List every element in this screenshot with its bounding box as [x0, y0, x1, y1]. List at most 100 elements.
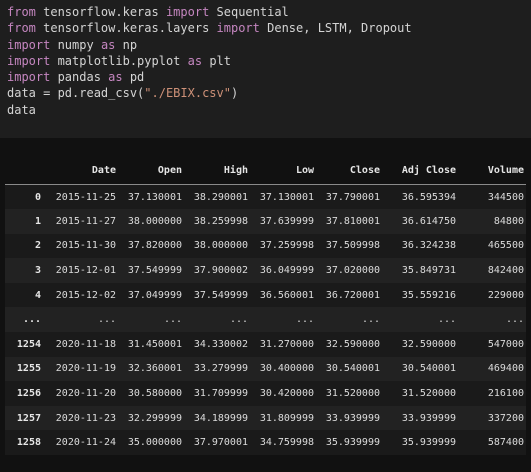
- table-cell: 37.020000: [325, 265, 380, 277]
- table-cell: 2020-11-24: [55, 437, 116, 449]
- code-keyword: as: [100, 37, 116, 52]
- row-index: 1257: [16, 412, 41, 424]
- table-cell: 842400: [487, 265, 524, 277]
- table-cell: 30.580000: [127, 388, 182, 400]
- row-index: 1254: [16, 338, 41, 350]
- code-text: np: [115, 37, 138, 52]
- table-cell: 2015-11-30: [55, 240, 116, 252]
- table-cell: 37.259998: [259, 240, 314, 252]
- table-cell: 37.790001: [325, 191, 380, 203]
- row-index: 0: [34, 191, 41, 203]
- table-cell: 34.759998: [259, 437, 314, 449]
- table-cell: 36.560001: [259, 289, 314, 301]
- table-cell: 84800: [493, 215, 524, 227]
- table-cell: 2015-12-01: [55, 265, 116, 277]
- table-cell: 34.189999: [193, 412, 248, 424]
- dataframe-table: Date Open High Low Close Adj Close Volume 0 201…: [5, 156, 526, 456]
- table-cell: 38.000000: [193, 240, 248, 252]
- code-line: from tensorflow.keras.layers import Dens…: [7, 20, 531, 36]
- table-row: 4 2015-12-02 37.049999 37.549999 36.560001 36…: [5, 282, 526, 308]
- code-line: import pandas as pd: [7, 69, 531, 85]
- table-cell: 587400: [487, 437, 524, 449]
- table-cell: 37.900002: [193, 265, 248, 277]
- table-cell: 469400: [487, 363, 524, 375]
- code-keyword: as: [108, 70, 123, 85]
- row-index: 1: [34, 215, 41, 227]
- code-text: pd: [122, 70, 145, 85]
- code-text: pandas: [50, 70, 109, 85]
- table-cell: 2020-11-20: [55, 388, 116, 400]
- table-cell: 38.000000: [127, 215, 182, 227]
- table-cell: 37.549999: [193, 289, 248, 301]
- table-cell: 36.049999: [259, 265, 314, 277]
- table-body: 0 2015-11-25 37.130001 38.290001 37.130001 37…: [5, 184, 526, 456]
- table-cell: 35.939999: [401, 437, 456, 449]
- table-row: 3 2015-12-01 37.549999 37.900002 36.049999 37…: [5, 258, 526, 283]
- row-index: 3: [34, 265, 41, 277]
- table-cell: 35.849731: [401, 265, 456, 277]
- table-cell: ...: [505, 314, 524, 326]
- code-line: from tensorflow.keras import Sequential: [7, 4, 531, 20]
- table-row: 1254 2020-11-18 31.450001 34.330002 31.27000…: [5, 332, 526, 357]
- table-cell: 31.709999: [193, 388, 248, 400]
- table-cell: ...: [163, 314, 182, 326]
- table-cell: 37.049999: [127, 289, 182, 301]
- column-header: Adj Close: [382, 156, 458, 185]
- table-cell: 32.590000: [325, 338, 380, 350]
- table-cell: 2015-12-02: [55, 289, 116, 301]
- code-line: import numpy as np: [7, 37, 531, 53]
- table-cell: 37.639999: [259, 215, 314, 227]
- code-keyword: import: [216, 21, 260, 36]
- code-keyword: from: [7, 5, 36, 19]
- table-cell: 37.509998: [325, 240, 380, 252]
- table-cell: 2020-11-19: [55, 363, 116, 375]
- table-row: 1256 2020-11-20 30.580000 31.709999 30.42000…: [5, 381, 526, 406]
- table-cell: 38.290001: [193, 191, 248, 203]
- table-cell: 35.559216: [401, 289, 456, 301]
- row-index: ...: [22, 314, 41, 326]
- table-cell: 34.330002: [193, 338, 248, 350]
- table-row: 0 2015-11-25 37.130001 38.290001 37.130001 37…: [5, 184, 526, 210]
- table-row: 1255 2020-11-19 32.360001 33.279999 30.40000…: [5, 356, 526, 382]
- table-cell: 33.939999: [325, 412, 380, 424]
- code-text: numpy: [50, 37, 101, 52]
- table-cell: 35.000000: [127, 437, 182, 449]
- code-cell[interactable]: from tensorflow.keras import Sequential f…: [0, 0, 531, 138]
- table-cell: 32.360001: [127, 363, 182, 375]
- column-header: Date: [43, 156, 118, 185]
- table-cell: 31.270000: [259, 338, 314, 350]
- table-cell: 2020-11-18: [55, 338, 116, 350]
- table-cell: 216100: [487, 388, 524, 400]
- table-cell: 31.520000: [401, 388, 456, 400]
- row-index: 2: [34, 240, 41, 252]
- table-cell: 30.540001: [401, 363, 456, 375]
- code-line: data: [7, 102, 531, 118]
- table-header-row: Date Open High Low Close Adj Close Volume: [5, 156, 526, 185]
- table-cell: 37.810001: [325, 215, 380, 227]
- column-header: Open: [118, 156, 184, 185]
- table-cell: ...: [295, 314, 314, 326]
- table-cell: 31.450001: [127, 338, 182, 350]
- table-cell: 37.820000: [127, 240, 182, 252]
- code-text: data: [7, 102, 36, 117]
- code-keyword: import: [7, 70, 51, 85]
- table-cell: 32.299999: [127, 412, 182, 424]
- table-cell: 2015-11-27: [55, 215, 116, 227]
- notebook: from tensorflow.keras import Sequential f…: [0, 0, 531, 472]
- table-cell: ...: [361, 314, 380, 326]
- table-cell: 36.324238: [401, 240, 456, 252]
- table-cell: 36.720001: [325, 289, 380, 301]
- code-text: data = pd.read_csv(: [7, 86, 145, 101]
- code-text: plt: [202, 53, 231, 68]
- row-index: 4: [34, 289, 41, 301]
- column-header: Low: [250, 156, 316, 185]
- table-cell: 32.590000: [401, 338, 456, 350]
- output-area: Date Open High Low Close Adj Close Volume 0 201…: [0, 156, 531, 456]
- row-index: 1258: [16, 437, 41, 449]
- code-text: tensorflow.keras: [35, 5, 166, 19]
- table-cell: 30.540001: [325, 363, 380, 375]
- table-cell: 30.400000: [259, 363, 314, 375]
- table-cell: ...: [437, 314, 456, 326]
- table-cell: 344500: [487, 191, 524, 203]
- table-cell: 229000: [487, 289, 524, 301]
